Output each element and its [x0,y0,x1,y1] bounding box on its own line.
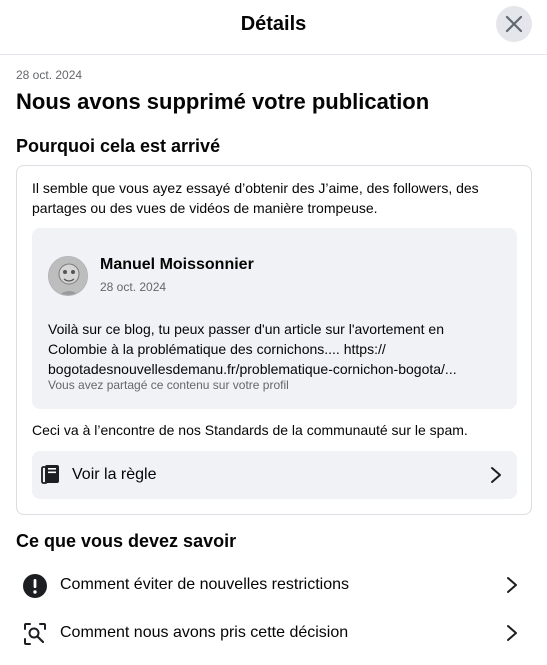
avoid-restrictions-item[interactable]: Comment éviter de nouvelles restrictions [16,565,532,605]
reason-card: Il semble que vous ayez essayé d’obtenir… [16,165,532,515]
decision-process-label: Comment nous avons pris cette décision [60,624,349,641]
removed-post-preview: Manuel Moissonnier 28 oct. 2024 Voilà su… [32,228,517,409]
search-scan-icon [24,623,46,645]
notice-date: 28 oct. 2024 [16,68,83,82]
shared-note: Vous avez partagé ce contenu sur votre p… [48,378,289,392]
avatar [48,256,88,296]
post-text: Voilà sur ce blog, tu peux passer d'un a… [48,319,504,379]
know-section-title: Ce que vous devez savoir [16,531,237,551]
dialog-header: Détails [0,0,547,55]
view-rule-label: Voir la règle [72,466,157,483]
chevron-right-icon [491,467,501,483]
exclamation-circle-icon [23,574,47,598]
close-button[interactable] [496,6,532,42]
avoid-restrictions-label: Comment éviter de nouvelles restrictions [60,576,350,593]
close-icon [505,15,523,33]
reason-description: Il semble que vous ayez essayé d’obtenir… [32,180,479,216]
view-rule-button[interactable]: Voir la règle [32,451,517,499]
post-author: Manuel Moissonnier [100,256,254,273]
post-text-line: bogotadesnouvellesdemanu.fr/problematiqu… [48,361,457,377]
standards-text: Ceci va à l’encontre de nos Standards de… [32,422,468,438]
decision-process-item[interactable]: Comment nous avons pris cette décision [16,613,532,653]
rule-book-icon [41,465,59,484]
dialog-title: Détails [240,13,307,35]
post-text-line: Voilà sur ce blog, tu peux passer d'un a… [48,321,445,337]
why-section-title: Pourquoi cela est arrivé [16,136,221,156]
notice-title: Nous avons supprimé votre publication [16,89,430,114]
post-text-line: Colombie à la problématique des cornicho… [48,341,386,357]
post-date: 28 oct. 2024 [100,280,167,294]
chevron-right-icon [507,625,517,641]
chevron-right-icon [507,577,517,593]
